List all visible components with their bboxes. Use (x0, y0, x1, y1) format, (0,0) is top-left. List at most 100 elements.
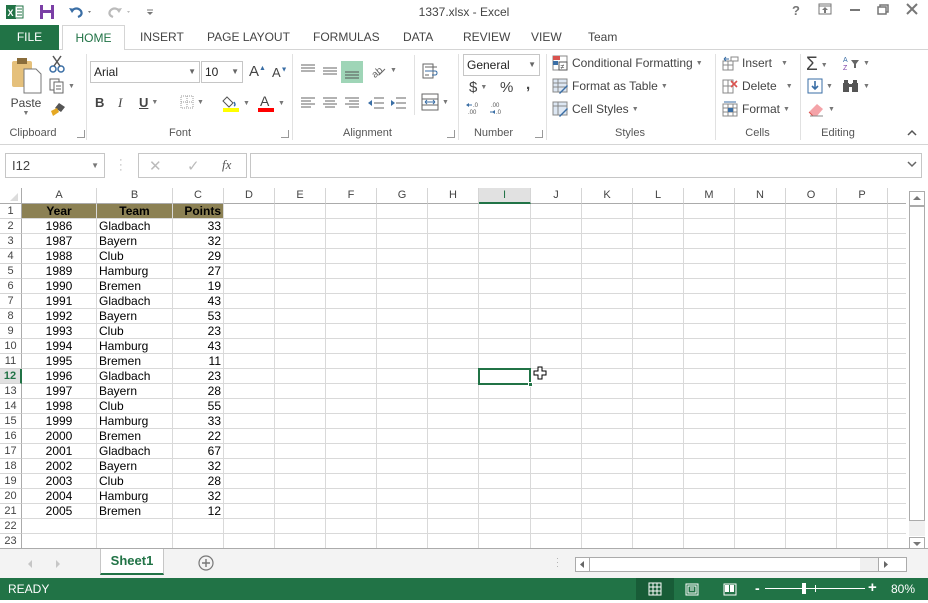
tab-data[interactable]: DATA (391, 25, 445, 50)
cell-h21[interactable] (428, 504, 479, 519)
cell-b22[interactable] (97, 519, 173, 534)
cell-partial[interactable] (888, 249, 906, 264)
cell-l2[interactable] (633, 219, 684, 234)
cell-o9[interactable] (786, 324, 837, 339)
name-box-dropdown-icon[interactable]: ▼ (91, 154, 99, 177)
cell-l5[interactable] (633, 264, 684, 279)
cell-o15[interactable] (786, 414, 837, 429)
cell-f12[interactable] (326, 369, 377, 384)
decrease-indent-icon[interactable] (367, 96, 385, 113)
cell-e12[interactable] (275, 369, 326, 384)
cell-i18[interactable] (479, 459, 531, 474)
cell-f3[interactable] (326, 234, 377, 249)
cell-k1[interactable] (582, 204, 633, 219)
cell-n14[interactable] (735, 399, 786, 414)
cell-j17[interactable] (531, 444, 582, 459)
cell-p19[interactable] (837, 474, 888, 489)
cell-k5[interactable] (582, 264, 633, 279)
cell-a23[interactable] (22, 534, 97, 548)
cell-c2[interactable]: 33 (173, 219, 224, 234)
merge-center-button[interactable]: ▼ (421, 93, 449, 111)
cell-i15[interactable] (479, 414, 531, 429)
column-header-e[interactable]: E (275, 188, 326, 204)
cell-p6[interactable] (837, 279, 888, 294)
cell-j18[interactable] (531, 459, 582, 474)
cell-f13[interactable] (326, 384, 377, 399)
column-header-partial[interactable] (888, 188, 906, 204)
cell-a14[interactable]: 1998 (22, 399, 97, 414)
cell-p21[interactable] (837, 504, 888, 519)
cell-f9[interactable] (326, 324, 377, 339)
cell-j19[interactable] (531, 474, 582, 489)
help-icon[interactable]: ? (786, 3, 806, 21)
cell-f1[interactable] (326, 204, 377, 219)
cell-e13[interactable] (275, 384, 326, 399)
cell-h2[interactable] (428, 219, 479, 234)
cell-d17[interactable] (224, 444, 275, 459)
cell-b7[interactable]: Gladbach (97, 294, 173, 309)
cell-e5[interactable] (275, 264, 326, 279)
column-header-d[interactable]: D (224, 188, 275, 204)
cell-o18[interactable] (786, 459, 837, 474)
cell-i16[interactable] (479, 429, 531, 444)
scroll-sheets-left-icon[interactable] (26, 558, 34, 572)
restore-icon[interactable] (873, 3, 893, 21)
cell-partial[interactable] (888, 474, 906, 489)
cell-b14[interactable]: Club (97, 399, 173, 414)
cell-m20[interactable] (684, 489, 735, 504)
cell-o10[interactable] (786, 339, 837, 354)
cell-k7[interactable] (582, 294, 633, 309)
zoom-level[interactable]: 80% (891, 582, 915, 596)
cell-i14[interactable] (479, 399, 531, 414)
cell-f2[interactable] (326, 219, 377, 234)
fill-button[interactable]: ▼ (807, 78, 833, 94)
cell-m9[interactable] (684, 324, 735, 339)
cell-i13[interactable] (479, 384, 531, 399)
cell-o12[interactable] (786, 369, 837, 384)
copy-button[interactable]: ▼ (49, 78, 75, 94)
cell-j10[interactable] (531, 339, 582, 354)
cell-g18[interactable] (377, 459, 428, 474)
cell-h22[interactable] (428, 519, 479, 534)
cell-n19[interactable] (735, 474, 786, 489)
cell-l1[interactable] (633, 204, 684, 219)
minimize-icon[interactable] (845, 3, 865, 21)
tab-file[interactable]: FILE (0, 25, 59, 50)
cell-j15[interactable] (531, 414, 582, 429)
cell-l18[interactable] (633, 459, 684, 474)
page-break-preview-button[interactable] (723, 583, 737, 599)
cell-l6[interactable] (633, 279, 684, 294)
redo-icon[interactable] (105, 3, 135, 21)
cell-d4[interactable] (224, 249, 275, 264)
cell-partial[interactable] (888, 264, 906, 279)
cell-p3[interactable] (837, 234, 888, 249)
cell-i5[interactable] (479, 264, 531, 279)
cell-e18[interactable] (275, 459, 326, 474)
cell-b3[interactable]: Bayern (97, 234, 173, 249)
cell-n9[interactable] (735, 324, 786, 339)
cell-j4[interactable] (531, 249, 582, 264)
horizontal-scrollbar[interactable] (575, 557, 907, 572)
cell-i20[interactable] (479, 489, 531, 504)
cell-j8[interactable] (531, 309, 582, 324)
formula-bar-resize-handle[interactable]: · · · (119, 155, 123, 176)
cell-f14[interactable] (326, 399, 377, 414)
cell-c10[interactable]: 43 (173, 339, 224, 354)
cell-partial[interactable] (888, 219, 906, 234)
save-icon[interactable] (37, 3, 57, 21)
cell-styles-button[interactable]: Cell Styles ▼ (552, 101, 639, 117)
expand-formula-bar-icon[interactable] (907, 158, 917, 172)
comma-button[interactable]: , (526, 76, 530, 93)
format-as-table-button[interactable]: Format as Table ▼ (552, 78, 668, 94)
cell-m14[interactable] (684, 399, 735, 414)
cell-e16[interactable] (275, 429, 326, 444)
zoom-out-button[interactable]: - (755, 580, 760, 596)
cell-i19[interactable] (479, 474, 531, 489)
cell-j5[interactable] (531, 264, 582, 279)
cell-e19[interactable] (275, 474, 326, 489)
cell-partial[interactable] (888, 309, 906, 324)
cell-b13[interactable]: Bayern (97, 384, 173, 399)
cell-l9[interactable] (633, 324, 684, 339)
cell-g16[interactable] (377, 429, 428, 444)
cell-i6[interactable] (479, 279, 531, 294)
